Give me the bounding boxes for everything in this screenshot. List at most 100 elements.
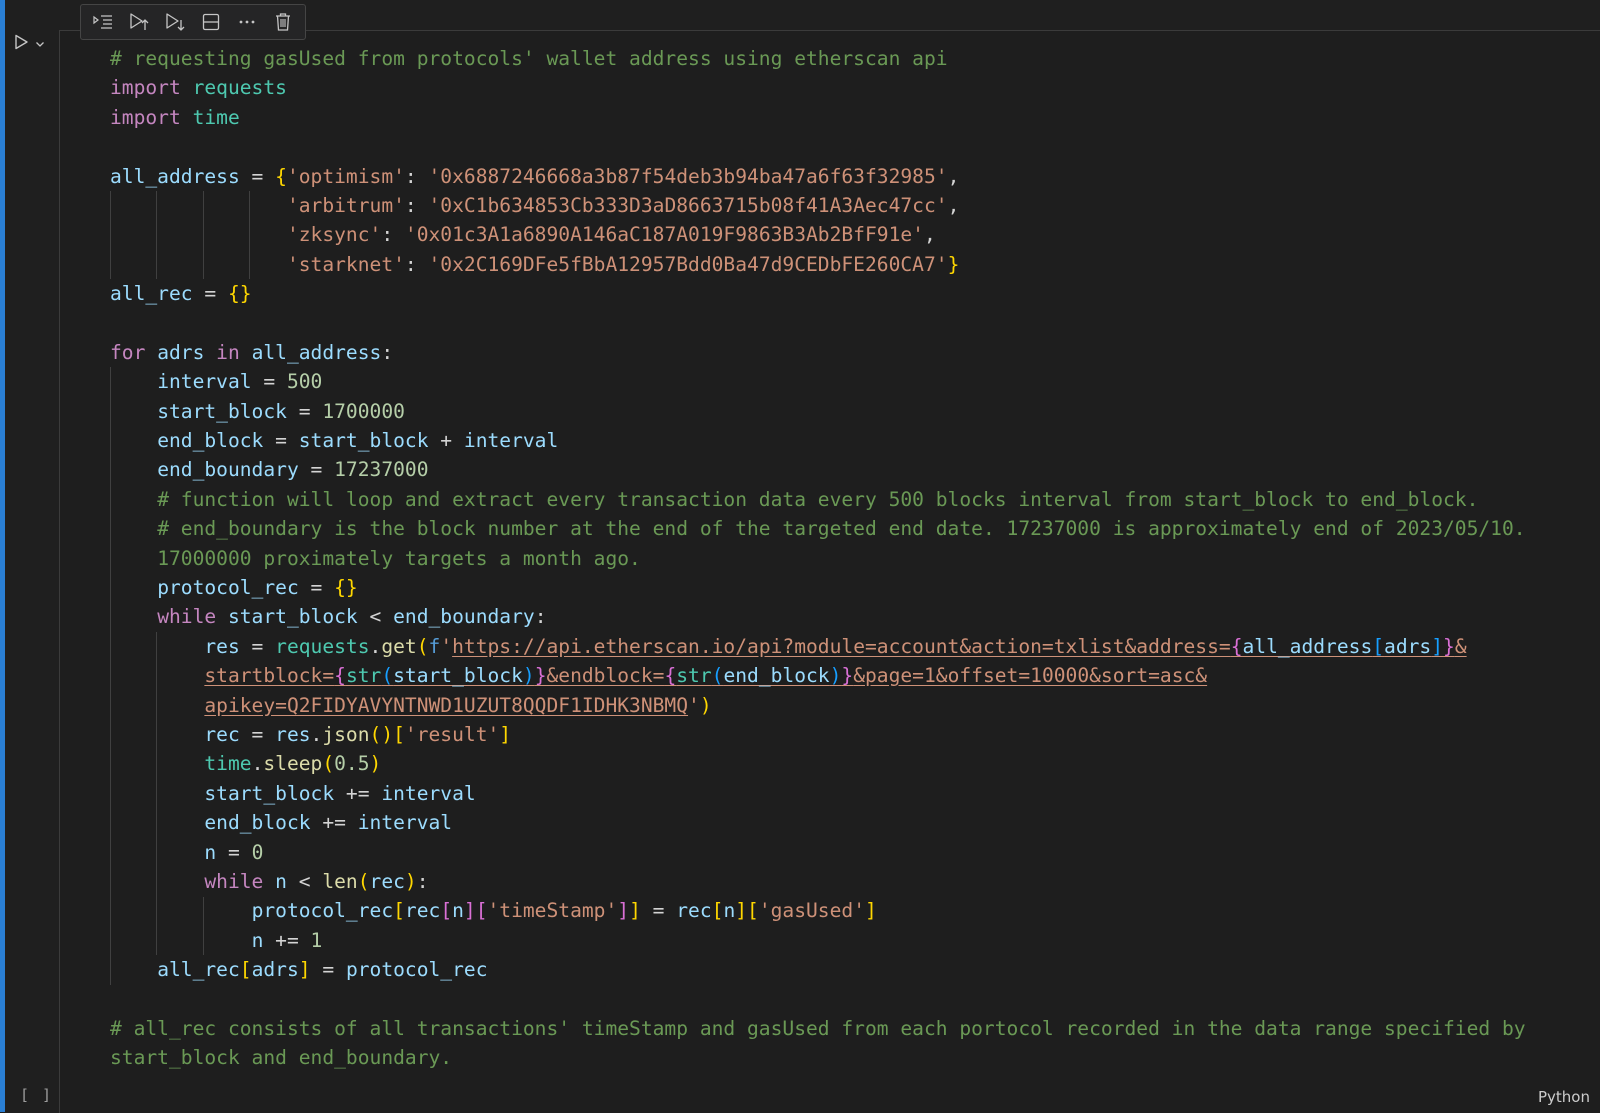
code-token: n xyxy=(275,869,287,893)
code-token: '0xC1b634853Cb333D3aD8663715b08f41A3Aec4… xyxy=(428,193,948,217)
run-cell-button[interactable] xyxy=(12,32,56,56)
split-cell-button[interactable] xyxy=(195,8,227,36)
run-below-button[interactable] xyxy=(159,8,191,36)
code-token: : xyxy=(404,193,429,217)
code-token: ) xyxy=(699,693,712,717)
code-token: ] xyxy=(463,899,476,923)
code-token: json xyxy=(322,722,370,746)
code-token: time xyxy=(192,105,240,129)
play-icon xyxy=(12,33,30,55)
code-token: rec xyxy=(404,899,441,923)
code-token: = xyxy=(298,576,335,600)
code-line: start_block and end_boundary. xyxy=(110,1043,1526,1072)
code-token: adrs xyxy=(1384,634,1432,658)
code-line: interval = 500 xyxy=(110,367,1526,396)
execute-cell-and-below-button[interactable] xyxy=(123,8,155,36)
code-token: import xyxy=(110,76,181,100)
code-token: interval xyxy=(157,370,252,394)
code-token: '0x2C169DFe5fBbA12957Bdd0Ba47d9CEDbFE260… xyxy=(428,252,948,276)
more-actions-icon xyxy=(237,12,257,32)
code-token: = xyxy=(239,722,276,746)
code-token: 'zksync' xyxy=(286,223,382,247)
code-token: 'starknet' xyxy=(286,252,405,276)
code-token: interval xyxy=(463,429,559,453)
delete-cell-icon xyxy=(274,12,292,32)
code-token: protocol_rec xyxy=(157,576,299,600)
code-token: , xyxy=(923,223,936,247)
code-token: ( xyxy=(322,752,335,776)
code-token: () xyxy=(369,722,394,746)
code-line: n += 1 xyxy=(110,926,1526,955)
code-token: ( xyxy=(416,634,429,658)
code-token: start_block xyxy=(298,429,429,453)
code-token: ) xyxy=(522,664,535,688)
code-line: 17000000 proximately targets a month ago… xyxy=(110,544,1526,573)
code-token: : xyxy=(381,223,405,247)
code-token: } xyxy=(841,664,854,688)
code-editor[interactable]: # requesting gasUsed from protocols' wal… xyxy=(110,44,1526,1073)
code-token: ) xyxy=(404,869,417,893)
more-actions-button[interactable] xyxy=(231,8,263,36)
cell-language-label[interactable]: Python xyxy=(1538,1088,1590,1106)
code-token: = xyxy=(263,429,299,453)
code-token: ' xyxy=(688,693,700,717)
code-line: end_boundary = 17237000 xyxy=(110,455,1526,484)
code-token: , xyxy=(947,164,960,188)
code-token: : xyxy=(404,252,429,276)
code-token: ] xyxy=(298,958,311,982)
code-token: sleep xyxy=(263,752,323,776)
code-token: 'result' xyxy=(404,722,500,746)
code-token: {} xyxy=(227,282,252,306)
code-token: n xyxy=(452,899,464,923)
code-token: while xyxy=(204,869,264,893)
code-line: start_block = 1700000 xyxy=(110,397,1526,426)
code-token: [ xyxy=(475,899,488,923)
execute-above-cells-button[interactable] xyxy=(87,8,119,36)
code-token: } xyxy=(1443,634,1455,658)
code-token: } xyxy=(534,664,547,688)
code-token: all_rec xyxy=(157,958,240,982)
code-line: while start_block < end_boundary: xyxy=(110,602,1526,631)
code-token: 0 xyxy=(251,840,264,864)
code-token: : xyxy=(404,164,429,188)
code-token: [ xyxy=(711,899,724,923)
code-token: = xyxy=(192,282,228,306)
code-line: all_rec = {} xyxy=(110,279,1526,308)
code-token: protocol_rec xyxy=(345,958,488,982)
code-token: ( xyxy=(711,664,724,688)
code-token: interval xyxy=(357,811,453,835)
code-line: for adrs in all_address: xyxy=(110,338,1526,367)
code-token: 'arbitrum' xyxy=(286,193,405,217)
code-token: for xyxy=(110,340,146,364)
code-token: < xyxy=(286,869,323,893)
code-token: ( xyxy=(381,664,394,688)
code-token: # function will loop and extract every t… xyxy=(157,487,1479,511)
execute-cell-and-below-icon xyxy=(128,12,150,32)
code-token: : xyxy=(381,340,394,364)
code-line: res = requests.get(f'https://api.ethersc… xyxy=(110,632,1526,661)
execute-above-cells-icon xyxy=(92,13,114,31)
code-token: ] xyxy=(865,899,877,923)
chevron-down-icon[interactable] xyxy=(34,35,46,54)
delete-cell-button[interactable] xyxy=(267,8,299,36)
code-token: = xyxy=(298,458,335,482)
code-line: all_rec[adrs] = protocol_rec xyxy=(110,955,1526,984)
code-token: requests xyxy=(192,76,287,100)
code-token: start_block xyxy=(157,399,287,423)
code-token: res xyxy=(204,634,240,658)
